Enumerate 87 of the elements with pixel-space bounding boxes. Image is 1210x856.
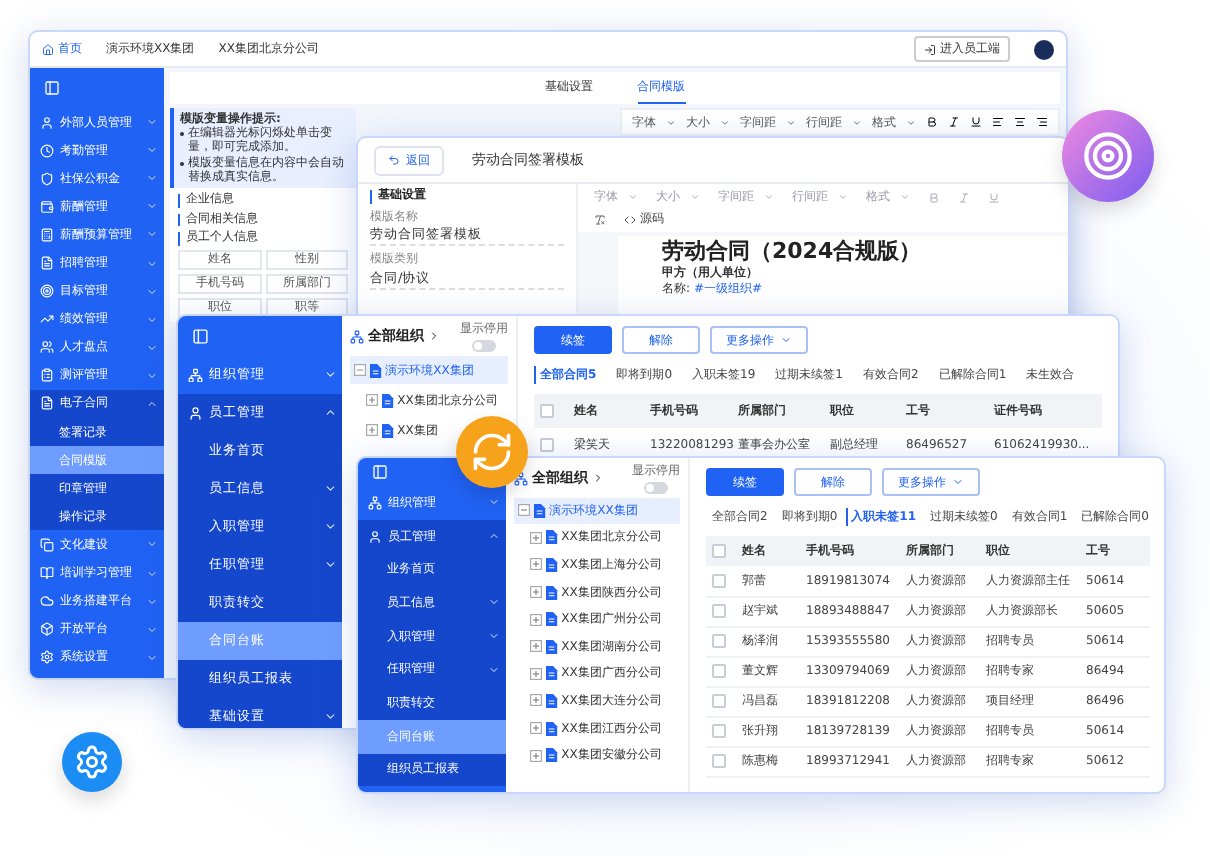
user-icon <box>40 115 54 130</box>
align-right-icon[interactable] <box>1036 116 1048 128</box>
align-left-icon[interactable] <box>992 116 1004 128</box>
caret-icon <box>720 117 730 127</box>
user-icon <box>188 405 203 421</box>
caret-icon <box>906 117 916 127</box>
clipboard-icon <box>40 368 54 383</box>
network-icon <box>188 367 203 383</box>
document-icon <box>382 393 394 407</box>
caret-icon <box>628 192 638 202</box>
caret-icon <box>900 192 910 202</box>
document-icon <box>546 721 558 736</box>
wallet-icon <box>40 199 54 214</box>
document-icon <box>534 503 546 518</box>
home-icon <box>42 43 54 55</box>
caret-icon <box>952 476 965 489</box>
document-icon <box>382 423 394 437</box>
caret-icon <box>780 334 793 347</box>
expand-icon[interactable] <box>530 667 542 680</box>
box-icon <box>40 622 54 637</box>
network-icon <box>350 329 364 343</box>
user-icon <box>368 529 382 544</box>
chart-icon <box>40 312 54 327</box>
target-icon <box>40 284 54 299</box>
caret-icon <box>786 117 796 127</box>
checkbox[interactable] <box>712 754 726 769</box>
checkbox[interactable] <box>712 573 726 588</box>
document-icon <box>546 693 558 708</box>
checkbox[interactable] <box>712 544 726 559</box>
clear-format-icon[interactable] <box>594 213 606 225</box>
expand-icon[interactable] <box>530 749 542 762</box>
users-icon <box>40 340 54 355</box>
book-icon <box>40 566 54 581</box>
document-icon <box>546 530 558 545</box>
document-title: 劳动合同（2024合规版） <box>662 238 924 265</box>
cloud-icon <box>40 594 54 609</box>
settings-icon <box>62 732 122 792</box>
caret-icon <box>852 117 862 127</box>
checkbox[interactable] <box>540 437 554 452</box>
enter-icon <box>924 43 936 55</box>
document-icon <box>546 639 558 654</box>
back-arrow-icon <box>388 154 400 166</box>
expand-icon[interactable] <box>530 640 542 653</box>
checkbox[interactable] <box>712 724 726 739</box>
chevron-icon <box>428 330 440 342</box>
toggle-switch[interactable] <box>472 340 496 352</box>
avatar[interactable] <box>1034 39 1054 59</box>
document-icon <box>546 612 558 627</box>
underline-icon[interactable] <box>970 116 982 128</box>
expand-icon[interactable] <box>530 613 542 626</box>
expand-icon[interactable] <box>366 424 378 436</box>
checkbox[interactable] <box>712 664 726 679</box>
calculator-icon <box>40 227 54 242</box>
expand-icon[interactable] <box>530 558 542 571</box>
shield-icon <box>40 171 54 186</box>
checkbox[interactable] <box>712 634 726 649</box>
caret-icon <box>764 192 774 202</box>
document-icon <box>546 585 558 600</box>
caret-icon <box>838 192 848 202</box>
expand-icon[interactable] <box>530 586 542 599</box>
clock-icon <box>40 143 54 158</box>
caret-icon <box>666 117 676 127</box>
copy-icon <box>40 537 54 552</box>
expand-icon[interactable] <box>366 394 378 406</box>
document-icon <box>546 748 558 763</box>
document-icon <box>546 666 558 681</box>
toggle-switch[interactable] <box>644 482 668 494</box>
checkbox[interactable] <box>712 604 726 619</box>
expand-icon[interactable] <box>530 694 542 707</box>
network-icon <box>368 495 382 510</box>
caret-icon <box>690 192 700 202</box>
italic-icon[interactable] <box>948 116 960 128</box>
code-icon <box>624 213 636 225</box>
document-icon <box>546 557 558 572</box>
document-icon <box>40 256 54 271</box>
chevron-icon <box>592 472 604 484</box>
collapse-icon[interactable] <box>354 364 366 376</box>
expand-icon[interactable] <box>530 722 542 735</box>
bold-icon[interactable] <box>926 116 938 128</box>
document-icon <box>40 396 54 411</box>
align-center-icon[interactable] <box>1014 116 1026 128</box>
checkbox[interactable] <box>540 404 554 419</box>
collapse-icon[interactable] <box>518 504 530 517</box>
settings-icon <box>40 650 54 665</box>
expand-icon[interactable] <box>530 531 542 544</box>
document-icon <box>370 363 382 377</box>
checkbox[interactable] <box>712 694 726 709</box>
